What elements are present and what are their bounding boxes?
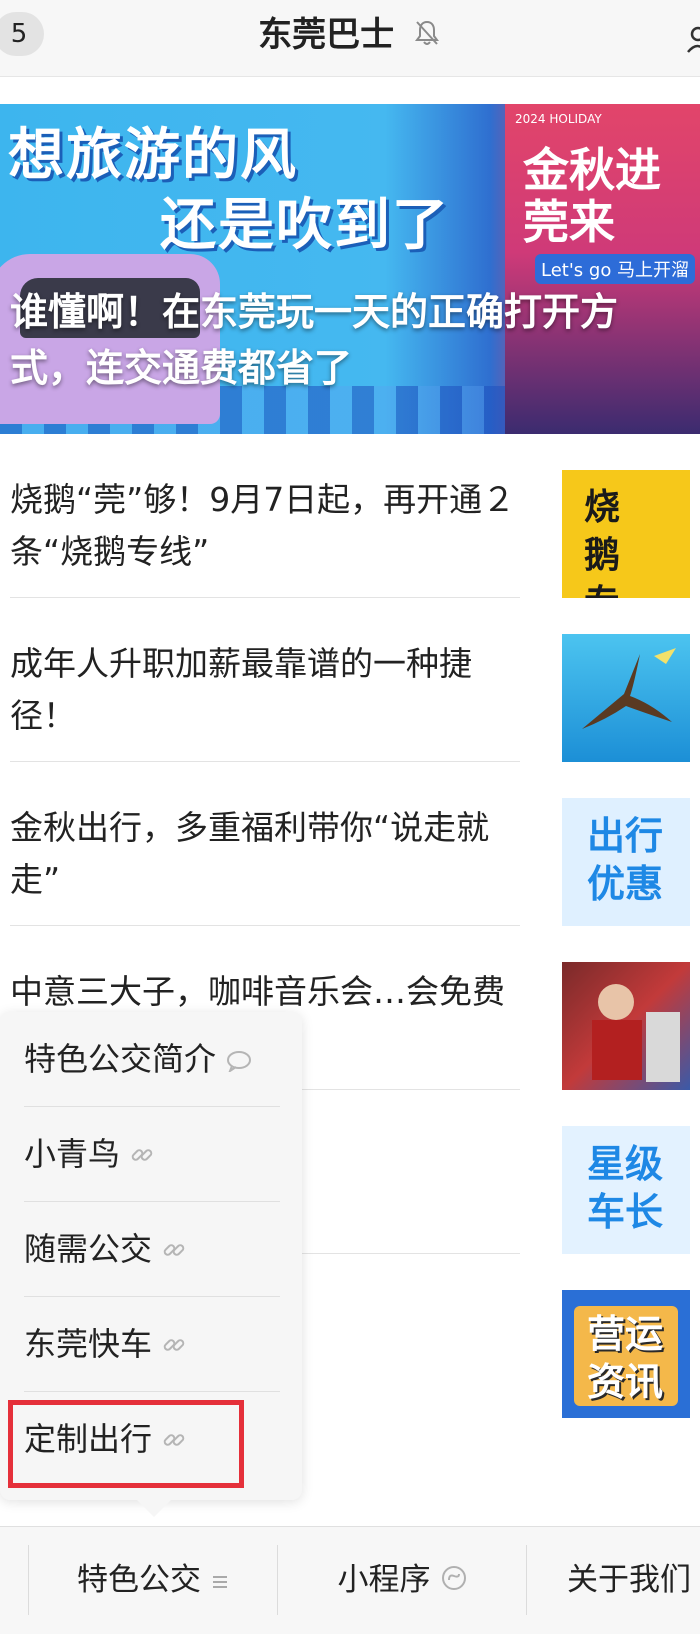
tab-label: 特色公交: [77, 1562, 201, 1598]
thumbnail-text: 星级车长: [586, 1142, 663, 1234]
bottom-menu-bar: 特色公交 小程序 关于我们: [0, 1526, 700, 1634]
article-item[interactable]: 成年人升职加薪最靠谱的一种捷径！: [10, 598, 690, 762]
chat-bubble-icon: [226, 1014, 252, 1108]
mute-bell-icon: [412, 12, 442, 62]
thumbnail-text: 出行优惠: [586, 814, 663, 906]
menu-lines-icon: [211, 1528, 229, 1635]
article-thumbnail: [562, 634, 690, 762]
popup-caret: [137, 1483, 171, 1517]
mini-program-icon: [441, 1528, 467, 1635]
poster-top-text: 2024 HOLIDAY: [515, 112, 602, 126]
highlight-box: [8, 1400, 244, 1488]
account-title: 东莞巴士: [258, 15, 395, 55]
tab-mini-program[interactable]: 小程序: [278, 1527, 526, 1634]
menu-item-express[interactable]: 东莞快车: [24, 1297, 280, 1391]
profile-icon[interactable]: [684, 24, 700, 58]
tab-label: 关于我们: [567, 1562, 691, 1598]
poster-subtitle: Let's go 马上开溜: [535, 254, 696, 284]
article-thumbnail: 营运资讯: [562, 1290, 690, 1418]
article-title: 成年人升职加薪最靠谱的一种捷径！: [10, 644, 472, 735]
account-title-wrap: 东莞巴士: [0, 10, 700, 62]
article-thumbnail: 出行优惠: [562, 798, 690, 926]
article-thumbnail: 星级车长: [562, 1126, 690, 1254]
thumbnail-text: 营运资讯: [586, 1312, 663, 1404]
performer-icon: [592, 984, 680, 1082]
article-item[interactable]: 金秋出行，多重福利带你“说走就走” 出行优惠: [10, 762, 690, 926]
article-title: 烧鹅“莞”够！9月7日起，再开通２条“烧鹅专线”: [10, 480, 516, 571]
tab-about-us[interactable]: 关于我们: [527, 1527, 700, 1634]
top-bar: 5 东莞巴士: [0, 0, 700, 77]
seagull-icon: [582, 648, 676, 729]
thumbnail-text: 烧鹅专线: [583, 487, 620, 598]
tab-featured-bus[interactable]: 特色公交: [29, 1527, 277, 1634]
poster-title: 金秋进莞来: [523, 143, 661, 249]
menu-item-label: 小青鸟: [24, 1135, 121, 1173]
article-thumbnail: 烧鹅专线: [562, 470, 690, 598]
tab-label: 小程序: [337, 1562, 431, 1598]
menu-item-label: 特色公交简介: [24, 1040, 217, 1078]
menu-item-label: 东莞快车: [24, 1325, 153, 1363]
menu-item-label: 随需公交: [24, 1230, 153, 1268]
article-title: 金秋出行，多重福利带你“说走就走”: [10, 808, 490, 899]
hero-article-banner[interactable]: 想旅游的风 还是吹到了 2024 HOLIDAY 金秋进莞来 Let's go …: [0, 104, 700, 434]
link-icon: [162, 1204, 186, 1298]
hero-headline-2: 还是吹到了: [160, 193, 450, 258]
menu-item-on-demand-bus[interactable]: 随需公交: [24, 1202, 280, 1296]
article-thumbnail: [562, 962, 690, 1090]
menu-item-xiaoqingniao[interactable]: 小青鸟: [24, 1107, 280, 1201]
hero-headline-1: 想旅游的风: [8, 123, 298, 188]
link-icon: [162, 1299, 186, 1393]
link-icon: [130, 1109, 154, 1203]
article-item[interactable]: 烧鹅“莞”够！9月7日起，再开通２条“烧鹅专线” 烧鹅专线: [10, 434, 690, 598]
menu-item-intro[interactable]: 特色公交简介: [24, 1012, 280, 1106]
hero-article-title: 谁懂啊！在东莞玩一天的正确打开方式，连交通费都省了: [10, 290, 619, 390]
